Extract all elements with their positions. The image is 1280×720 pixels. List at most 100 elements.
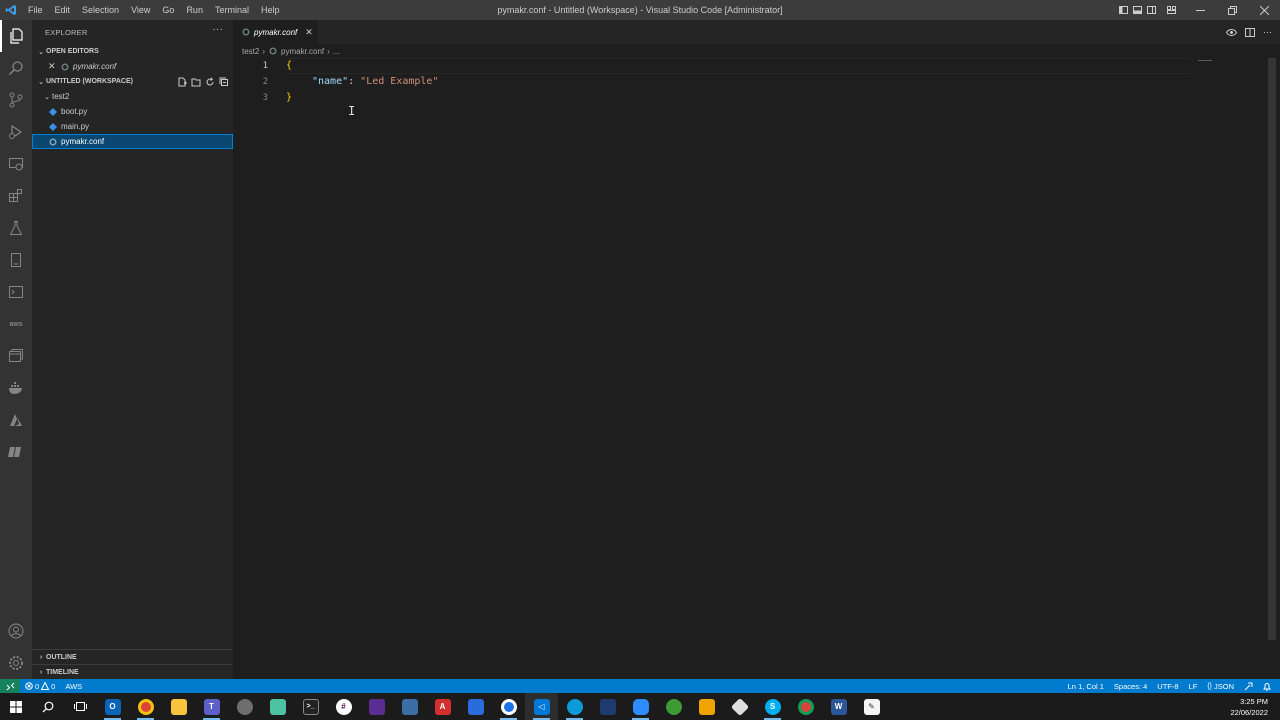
tab-pymakr-conf[interactable]: pymakr.conf ✕ — [233, 20, 318, 44]
account-icon[interactable] — [0, 615, 32, 647]
file-item-selected[interactable]: pymakr.conf — [32, 134, 233, 149]
toggle-secondary-sidebar-icon[interactable] — [1144, 0, 1158, 20]
language-mode[interactable]: {} JSON — [1202, 682, 1239, 691]
folder-item[interactable]: ⌄ test2 — [32, 89, 233, 104]
more-actions-icon[interactable]: ··· — [1263, 27, 1272, 37]
taskbar-app-18-icon[interactable] — [657, 693, 690, 720]
toggle-panel-icon[interactable] — [1130, 0, 1144, 20]
menu-file[interactable]: File — [22, 0, 49, 20]
new-folder-icon[interactable] — [191, 77, 201, 87]
outline-header[interactable]: › OUTLINE — [32, 649, 233, 664]
close-window-button[interactable] — [1248, 0, 1280, 20]
taskbar-file-explorer-icon[interactable] — [162, 693, 195, 720]
code-editor[interactable]: 1 { 2 "name": "Led Example" 3 } — [233, 58, 1263, 106]
menu-go[interactable]: Go — [156, 0, 180, 20]
toggle-sidebar-icon[interactable] — [1116, 0, 1130, 20]
menu-view[interactable]: View — [125, 0, 156, 20]
taskbar-chrome-icon[interactable] — [129, 693, 162, 720]
extensions-icon[interactable] — [0, 180, 32, 212]
source-control-icon[interactable] — [0, 84, 32, 116]
close-icon[interactable]: ✕ — [48, 61, 58, 72]
breadcrumb-file[interactable]: pymakr.conf — [281, 47, 324, 56]
taskbar-teams-icon[interactable]: T — [195, 693, 228, 720]
notifications-bell-icon[interactable] — [1258, 682, 1276, 691]
bookmarks-icon[interactable] — [0, 436, 32, 468]
collapse-all-icon[interactable] — [219, 77, 229, 87]
minimize-button[interactable] — [1184, 0, 1216, 20]
taskbar-virtualbox-icon[interactable] — [723, 693, 756, 720]
system-clock[interactable]: 3:25 PM 22/06/2022 — [1230, 693, 1268, 720]
taskbar-app-19-icon[interactable] — [690, 693, 723, 720]
refresh-icon[interactable] — [205, 77, 215, 87]
problems-indicator[interactable]: 0 0 — [20, 682, 60, 691]
taskbar-zoom-icon[interactable] — [624, 693, 657, 720]
terminal-icon[interactable] — [0, 276, 32, 308]
minimap[interactable] — [1198, 60, 1212, 61]
remote-explorer-icon[interactable] — [0, 148, 32, 180]
run-debug-icon[interactable] — [0, 116, 32, 148]
end-of-line[interactable]: LF — [1184, 682, 1203, 691]
close-icon[interactable]: ✕ — [305, 27, 313, 38]
chevron-right-icon: › — [39, 653, 43, 661]
taskbar-vscode-icon[interactable]: ◁ — [525, 693, 558, 720]
taskbar-notepad-2-icon[interactable]: ✎ — [855, 693, 888, 720]
vertical-scrollbar[interactable] — [1268, 58, 1276, 640]
timeline-header[interactable]: › TIMELINE — [32, 664, 233, 679]
open-editors-header[interactable]: ⌄ OPEN EDITORS — [32, 44, 233, 59]
azure-icon[interactable] — [0, 404, 32, 436]
encoding[interactable]: UTF-8 — [1152, 682, 1183, 691]
file-item[interactable]: main.py — [32, 119, 233, 134]
customize-layout-icon[interactable] — [1158, 0, 1184, 20]
taskbar-cad-icon[interactable] — [591, 693, 624, 720]
taskbar-edge-icon[interactable] — [558, 693, 591, 720]
aws-icon[interactable]: aws — [0, 308, 32, 340]
taskbar-chrome-2-icon[interactable] — [492, 693, 525, 720]
language-label: JSON — [1213, 681, 1234, 691]
menu-edit[interactable]: Edit — [49, 0, 77, 20]
taskbar-power-automate-icon[interactable] — [459, 693, 492, 720]
new-file-icon[interactable] — [177, 77, 187, 87]
workspace-header[interactable]: ⌄ UNTITLED (WORKSPACE) — [32, 74, 233, 89]
docker-icon[interactable] — [0, 372, 32, 404]
taskbar-acrobat-icon[interactable]: A — [426, 693, 459, 720]
breadcrumb-folder[interactable]: test2 — [242, 47, 259, 56]
taskbar-terminal-icon[interactable]: >_ — [294, 693, 327, 720]
windows-start-icon[interactable] — [0, 693, 32, 720]
open-preview-icon[interactable] — [1226, 28, 1237, 37]
taskbar-tools-icon[interactable] — [393, 693, 426, 720]
pymakr-icon[interactable] — [0, 340, 32, 372]
aws-status[interactable]: AWS — [60, 682, 87, 691]
device-icon[interactable] — [0, 244, 32, 276]
menu-terminal[interactable]: Terminal — [209, 0, 255, 20]
open-editor-item[interactable]: ✕ pymakr.conf — [32, 59, 233, 74]
live-share-icon[interactable] — [1239, 682, 1258, 691]
taskbar-search-icon[interactable] — [32, 693, 64, 720]
workspace-actions — [177, 74, 229, 89]
taskbar-slack-icon[interactable]: # — [327, 693, 360, 720]
more-actions-icon[interactable]: ··· — [212, 24, 223, 35]
taskbar-skype-icon[interactable]: S — [756, 693, 789, 720]
open-brace: { — [286, 60, 293, 71]
menu-selection[interactable]: Selection — [76, 0, 125, 20]
taskbar-chrome-3-icon[interactable] — [789, 693, 822, 720]
restore-button[interactable] — [1216, 0, 1248, 20]
explorer-icon[interactable] — [0, 20, 32, 52]
testing-icon[interactable] — [0, 212, 32, 244]
taskbar-app-icon[interactable] — [228, 693, 261, 720]
file-item[interactable]: boot.py — [32, 104, 233, 119]
settings-gear-icon[interactable] — [0, 647, 32, 679]
menu-help[interactable]: Help — [255, 0, 286, 20]
code-content: "name": "Led Example" — [312, 74, 438, 90]
breadcrumb-more[interactable]: ... — [333, 47, 340, 56]
taskbar-word-icon[interactable]: W — [822, 693, 855, 720]
menu-run[interactable]: Run — [180, 0, 209, 20]
taskbar-notepad-icon[interactable] — [261, 693, 294, 720]
search-icon[interactable] — [0, 52, 32, 84]
split-editor-icon[interactable] — [1245, 27, 1255, 37]
taskbar-visual-studio-icon[interactable] — [360, 693, 393, 720]
remote-indicator-icon[interactable] — [0, 679, 20, 693]
indentation[interactable]: Spaces: 4 — [1109, 682, 1152, 691]
task-view-icon[interactable] — [64, 693, 96, 720]
cursor-position[interactable]: Ln 1, Col 1 — [1063, 682, 1109, 691]
taskbar-outlook-icon[interactable]: O — [96, 693, 129, 720]
